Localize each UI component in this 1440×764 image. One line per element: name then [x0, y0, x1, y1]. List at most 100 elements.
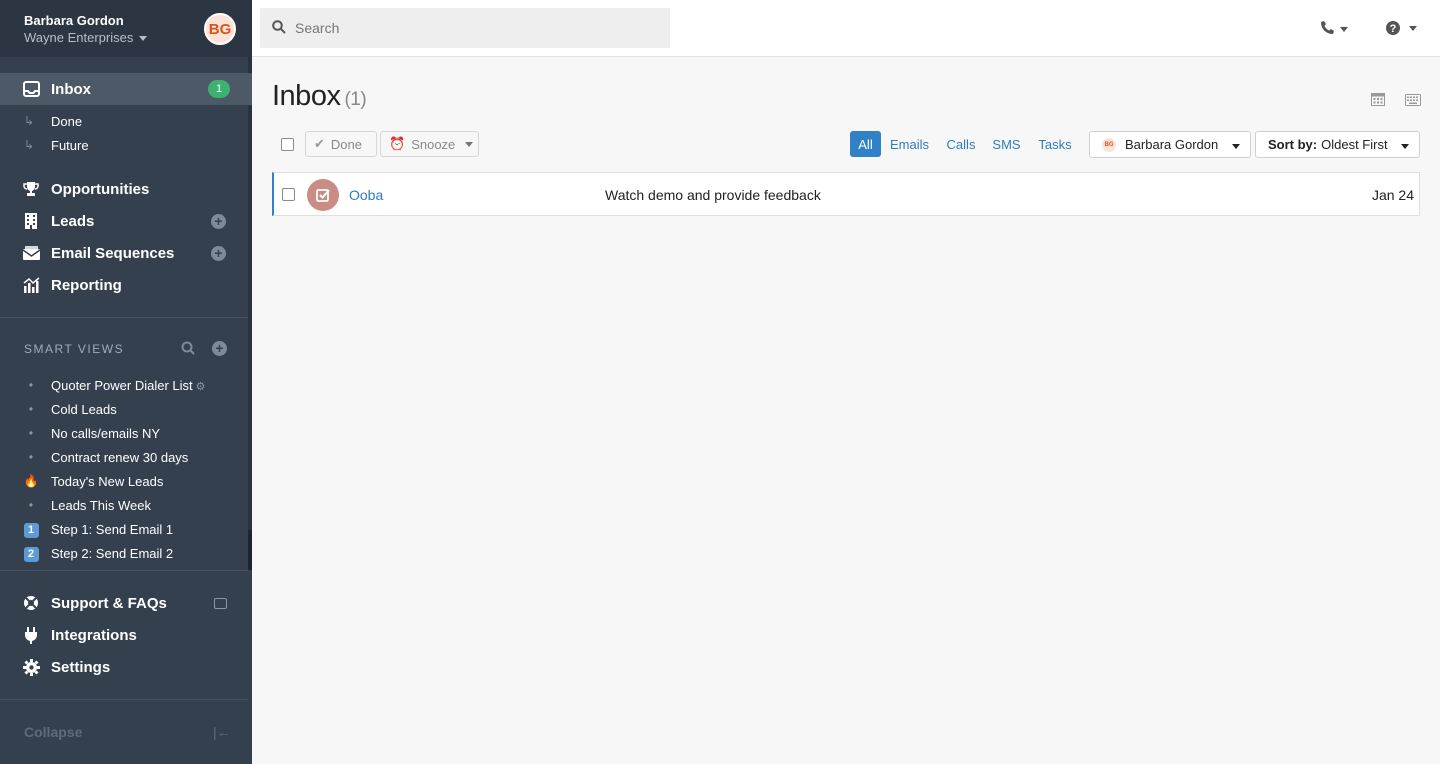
fire-icon: 🔥	[23, 474, 39, 488]
smart-view-item[interactable]: 🔥 Today's New Leads	[0, 470, 252, 494]
add-smart-view-icon[interactable]: +	[212, 341, 227, 356]
keyboard-icon[interactable]	[1405, 93, 1421, 106]
keycap-one-icon: 1	[23, 523, 39, 538]
filter-sms[interactable]: SMS	[989, 131, 1024, 157]
done-button-label: Done	[330, 136, 362, 152]
sidebar-item-label: Future	[51, 138, 89, 153]
sort-prefix: Sort by:	[1268, 137, 1318, 152]
plug-icon	[22, 626, 40, 644]
bullet-icon: •	[28, 402, 34, 416]
lead-name-link[interactable]: Ooba	[349, 187, 383, 203]
smart-view-item[interactable]: • Contract renew 30 days	[0, 446, 252, 470]
svg-text:?: ?	[1390, 23, 1397, 35]
chevron-down-icon	[1232, 144, 1240, 149]
sidebar-item-opportunities[interactable]: Opportunities	[0, 173, 252, 205]
smart-view-item[interactable]: • Leads This Week	[0, 494, 252, 518]
bullet-icon: •	[28, 498, 34, 512]
sidebar-item-done[interactable]: ↳ Done	[0, 110, 252, 134]
sub-arrow-icon: ↳	[24, 114, 35, 128]
row-checkbox[interactable]	[282, 188, 295, 201]
smart-view-label: Step 2: Send Email 2	[51, 546, 174, 561]
smart-view-label: Cold Leads	[51, 402, 117, 417]
smart-view-item[interactable]: 2 Step 2: Send Email 2	[0, 542, 252, 566]
help-menu-button[interactable]: ?	[1385, 19, 1421, 37]
sidebar-item-label: Integrations	[51, 626, 137, 644]
shared-icon: ⚙	[195, 381, 206, 393]
sidebar-item-support[interactable]: Support & FAQs	[0, 587, 252, 619]
done-button[interactable]: ✔ Done	[305, 131, 377, 157]
search-icon[interactable]	[181, 341, 195, 355]
sidebar-item-future[interactable]: ↳ Future	[0, 134, 252, 158]
smart-view-item[interactable]: • Quoter Power Dialer List ⚙	[0, 374, 252, 398]
smart-view-item[interactable]: • No calls/emails NY	[0, 422, 252, 446]
table-row[interactable]: Ooba Watch demo and provide feedback Jan…	[272, 172, 1420, 216]
sidebar-item-label: Leads	[51, 212, 95, 230]
gear-icon	[22, 658, 40, 676]
sidebar-divider	[0, 699, 248, 700]
smart-view-label: Contract renew 30 days	[51, 450, 189, 465]
add-sequence-icon[interactable]: +	[211, 245, 226, 261]
smart-view-label: Today's New Leads	[51, 474, 164, 489]
bullet-icon: •	[28, 378, 34, 392]
alarm-clock-icon: ⏰	[389, 136, 406, 151]
search-input[interactable]	[260, 8, 670, 48]
inbox-icon	[22, 80, 40, 98]
user-filter-label: Barbara Gordon	[1125, 137, 1219, 152]
user-filter-dropdown[interactable]: BG Barbara Gordon	[1089, 131, 1251, 158]
filter-tasks[interactable]: Tasks	[1034, 131, 1076, 157]
filter-all[interactable]: All	[850, 131, 881, 157]
sidebar-item-integrations[interactable]: Integrations	[0, 619, 252, 651]
avatar[interactable]: BG	[204, 13, 236, 45]
snooze-button[interactable]: ⏰ Snooze	[380, 131, 479, 157]
sidebar-item-inbox[interactable]: Inbox 1	[0, 73, 252, 105]
sidebar-item-label: Settings	[51, 658, 111, 676]
smart-views-header: SMART VIEWS	[24, 342, 125, 356]
add-lead-icon[interactable]: +	[211, 213, 226, 229]
bullet-icon: •	[28, 450, 34, 464]
filter-calls[interactable]: Calls	[942, 131, 980, 157]
sidebar-item-email-sequences[interactable]: Email Sequences +	[0, 237, 252, 269]
sidebar-divider	[0, 570, 248, 571]
lifebuoy-icon	[22, 594, 40, 612]
account-user-name: Barbara Gordon	[24, 13, 124, 28]
inbox-count-badge: 1	[208, 80, 230, 98]
sidebar-item-label: Done	[51, 114, 83, 129]
trophy-icon	[22, 180, 40, 198]
sort-dropdown[interactable]: Sort by: Oldest First	[1255, 131, 1420, 158]
sidebar-item-label: Reporting	[51, 276, 122, 294]
collapse-button[interactable]: Collapse	[24, 724, 82, 740]
top-bar: ?	[252, 0, 1440, 57]
sub-arrow-icon: ↳	[24, 138, 35, 152]
collapse-icon[interactable]: |←	[213, 724, 231, 740]
select-all-checkbox[interactable]	[281, 138, 294, 151]
sidebar-item-label: Inbox	[51, 80, 91, 98]
smart-view-item[interactable]: 1 Step 1: Send Email 1	[0, 518, 252, 542]
filter-emails[interactable]: Emails	[886, 131, 933, 157]
account-switcher[interactable]: Barbara Gordon Wayne Enterprises BG	[0, 0, 252, 57]
sidebar-item-leads[interactable]: Leads +	[0, 205, 252, 237]
search-icon	[272, 20, 288, 36]
page-title: Inbox (1)	[272, 80, 367, 113]
smart-view-label: No calls/emails NY	[51, 426, 161, 441]
chevron-down-icon	[1401, 144, 1409, 149]
sidebar-item-label: Email Sequences	[51, 244, 175, 262]
keycap-two-icon: 2	[23, 547, 39, 562]
sidebar-item-reporting[interactable]: Reporting	[0, 269, 252, 301]
smart-view-label: Leads This Week	[51, 498, 151, 513]
sidebar: Barbara Gordon Wayne Enterprises BG Inbo…	[0, 0, 252, 764]
sidebar-item-label: Opportunities	[51, 180, 150, 198]
calendar-icon[interactable]	[1371, 92, 1385, 106]
task-description: Watch demo and provide feedback	[605, 187, 821, 203]
sidebar-divider	[0, 317, 248, 318]
smart-view-label: Quoter Power Dialer List	[51, 378, 193, 393]
sidebar-item-label: Support & FAQs	[51, 594, 167, 612]
phone-menu-button[interactable]	[1318, 19, 1348, 37]
sort-value: Oldest First	[1321, 137, 1388, 152]
snooze-button-label: Snooze	[411, 136, 456, 152]
building-icon	[22, 212, 40, 230]
external-link-icon	[214, 597, 227, 609]
account-org[interactable]: Wayne Enterprises	[24, 30, 148, 45]
page-title-text: Inbox	[272, 80, 341, 112]
smart-view-item[interactable]: • Cold Leads	[0, 398, 252, 422]
sidebar-item-settings[interactable]: Settings	[0, 651, 252, 683]
